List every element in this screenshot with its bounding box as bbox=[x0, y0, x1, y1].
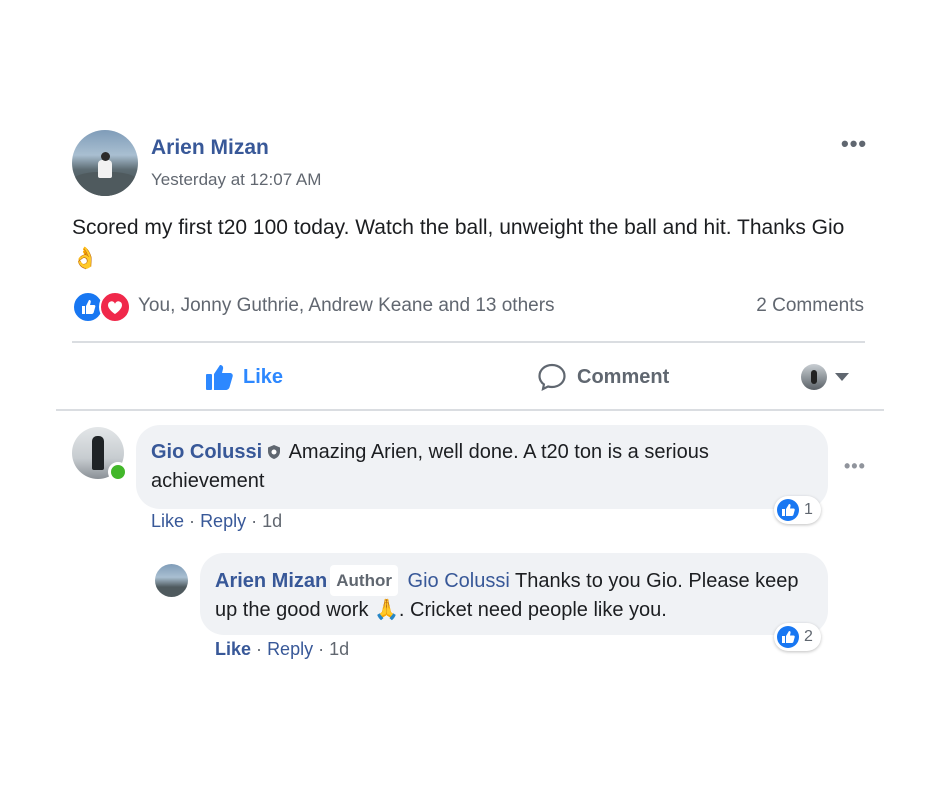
reply-body-end: . Cricket need people like you. bbox=[398, 599, 667, 621]
online-status-icon bbox=[108, 462, 128, 482]
reply-like-link[interactable]: Like bbox=[215, 639, 251, 659]
folded-hands-emoji: 🙏 bbox=[374, 599, 399, 621]
divider bbox=[56, 409, 884, 411]
reply-author-name[interactable]: Arien Mizan bbox=[215, 570, 327, 592]
ok-hand-emoji: 👌 bbox=[72, 247, 99, 270]
reply-age[interactable]: 1d bbox=[329, 639, 349, 659]
comment-text: Gio Colussi Amazing Arien, well done. A … bbox=[151, 438, 811, 496]
comment-age[interactable]: 1d bbox=[262, 511, 282, 531]
post-text-body: Scored my first t20 100 today. Watch the… bbox=[72, 216, 845, 239]
reply-text: Arien Mizan Author Gio Colussi Thanks to … bbox=[215, 565, 815, 625]
caret-down-icon bbox=[835, 373, 849, 381]
reply-like-badge[interactable]: 2 bbox=[774, 623, 821, 651]
reaction-icons[interactable] bbox=[72, 291, 134, 323]
post-text: Scored my first t20 100 today. Watch the… bbox=[72, 212, 862, 274]
thumbs-up-icon bbox=[206, 365, 233, 390]
like-reaction-icon bbox=[777, 499, 799, 521]
reply-reply-link[interactable]: Reply bbox=[267, 639, 313, 659]
reply-actions: Like · Reply · 1d bbox=[215, 639, 350, 659]
comment-button[interactable]: Comment bbox=[537, 362, 669, 392]
reply-author-avatar[interactable] bbox=[155, 564, 188, 597]
post-timestamp[interactable]: Yesterday at 12:07 AM bbox=[151, 170, 321, 190]
comment-like-count: 1 bbox=[804, 501, 813, 518]
viewer-avatar bbox=[801, 364, 827, 390]
comment-actions: Like · Reply · 1d bbox=[151, 511, 283, 531]
post-more-options-icon[interactable]: ••• bbox=[841, 131, 867, 157]
post-author-avatar[interactable] bbox=[72, 130, 138, 196]
reactors-list[interactable]: You, Jonny Guthrie, Andrew Keane and 13 … bbox=[138, 295, 555, 317]
like-button[interactable]: Like bbox=[205, 362, 283, 392]
comment-like-badge[interactable]: 1 bbox=[774, 496, 821, 524]
reply-like-count: 2 bbox=[804, 628, 813, 645]
comments-count[interactable]: 2 Comments bbox=[756, 295, 864, 317]
comment-button-label: Comment bbox=[577, 365, 670, 388]
comment-more-options-icon[interactable]: ••• bbox=[844, 456, 866, 477]
post-as-selector[interactable] bbox=[801, 362, 849, 392]
love-reaction-icon bbox=[99, 291, 131, 323]
divider bbox=[72, 341, 865, 343]
mention-link[interactable]: Gio Colussi bbox=[408, 570, 510, 592]
author-badge: Author bbox=[330, 565, 398, 596]
shield-badge-icon bbox=[268, 445, 281, 459]
post-author-name[interactable]: Arien Mizan bbox=[151, 136, 269, 160]
comment-bubble-icon bbox=[538, 363, 566, 391]
like-button-label: Like bbox=[243, 365, 284, 388]
like-reaction-icon bbox=[777, 626, 799, 648]
comment-reply-link[interactable]: Reply bbox=[200, 511, 246, 531]
commenter-name[interactable]: Gio Colussi bbox=[151, 441, 262, 463]
comment-like-link[interactable]: Like bbox=[151, 511, 184, 531]
